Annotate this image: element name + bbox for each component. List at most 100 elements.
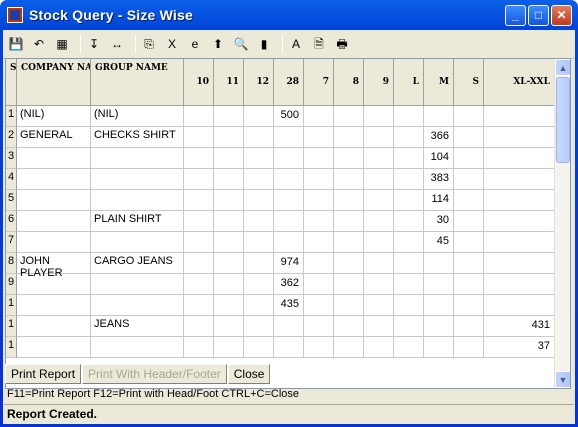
size-cell[interactable]: 435 [274,295,304,316]
size-cell[interactable] [394,316,424,337]
size-cell[interactable] [274,169,304,190]
group-cell[interactable] [91,337,184,358]
group-cell[interactable] [91,169,184,190]
size-cell[interactable] [214,295,244,316]
size-cell[interactable] [184,232,214,253]
size-cell[interactable] [244,148,274,169]
company-cell[interactable] [17,337,91,358]
size-cell[interactable] [454,190,484,211]
scroll-down-icon[interactable]: ▼ [555,371,570,388]
size-cell[interactable] [454,232,484,253]
size-cell[interactable] [244,106,274,127]
size-cell[interactable] [424,274,454,295]
save-icon[interactable]: 💾 [7,35,25,53]
font-icon[interactable]: A [287,35,305,53]
company-cell[interactable] [17,211,91,232]
size-cell[interactable] [364,337,394,358]
group-cell[interactable] [91,190,184,211]
size-cell[interactable] [304,316,334,337]
size-cell[interactable] [334,295,364,316]
size-cell[interactable] [184,274,214,295]
size-cell[interactable] [484,190,555,211]
print-with-header-footer-button[interactable]: Print With Header/Footer [82,364,227,384]
size-cell[interactable] [184,148,214,169]
size-cell[interactable] [364,127,394,148]
size-cell[interactable] [244,337,274,358]
size-cell[interactable] [424,295,454,316]
size-cell[interactable] [274,316,304,337]
size-cell[interactable] [364,148,394,169]
size-cell[interactable] [244,295,274,316]
report-grid[interactable]: SCOMPANY NAMEGROUP NAME10111228789LMSXL-… [5,58,571,389]
size-cell[interactable] [454,253,484,274]
size-cell[interactable] [394,169,424,190]
company-cell[interactable]: GENERAL [17,127,91,148]
group-cell[interactable] [91,148,184,169]
size-cell[interactable] [394,253,424,274]
header-size-s[interactable]: S [454,59,484,106]
size-cell[interactable] [334,169,364,190]
size-cell[interactable] [334,232,364,253]
size-cell[interactable] [184,127,214,148]
size-cell[interactable] [454,337,484,358]
size-cell[interactable] [364,253,394,274]
close-window-button[interactable]: ✕ [551,4,572,26]
size-cell[interactable] [424,337,454,358]
company-cell[interactable] [17,316,91,337]
size-cell[interactable] [304,253,334,274]
row-number[interactable]: 4 [6,169,17,190]
up-arrow-icon[interactable]: ⬆ [209,35,227,53]
size-cell[interactable] [424,253,454,274]
size-cell[interactable]: 30 [424,211,454,232]
internet-explorer-icon[interactable]: e [186,35,204,53]
size-cell[interactable] [364,274,394,295]
size-cell[interactable] [364,169,394,190]
size-cell[interactable] [214,127,244,148]
size-cell[interactable] [484,106,555,127]
row-number[interactable]: 5 [6,190,17,211]
company-cell[interactable]: (NIL) [17,106,91,127]
size-cell[interactable] [304,190,334,211]
row-number[interactable]: 3 [6,148,17,169]
size-cell[interactable] [244,127,274,148]
size-cell[interactable]: 45 [424,232,454,253]
size-cell[interactable] [184,190,214,211]
size-cell[interactable] [394,106,424,127]
size-cell[interactable] [424,316,454,337]
size-cell[interactable] [364,190,394,211]
print-preview-icon[interactable]: 🗎 [310,35,328,53]
printer-icon[interactable]: 🖶 [333,35,351,53]
size-cell[interactable]: 500 [274,106,304,127]
size-cell[interactable] [184,295,214,316]
row-number[interactable]: 1 [6,295,17,316]
size-cell[interactable] [484,148,555,169]
group-cell[interactable]: (NIL) [91,106,184,127]
row-number[interactable]: 2 [6,127,17,148]
size-cell[interactable] [424,106,454,127]
group-cell[interactable] [91,232,184,253]
size-cell[interactable] [214,148,244,169]
size-cell[interactable] [304,148,334,169]
size-cell[interactable] [274,127,304,148]
company-cell[interactable] [17,169,91,190]
group-cell[interactable]: CHECKS SHIRT [91,127,184,148]
size-cell[interactable] [394,190,424,211]
size-cell[interactable] [454,169,484,190]
size-cell[interactable] [214,232,244,253]
size-cell[interactable] [304,337,334,358]
undo-icon[interactable]: ↶ [30,35,48,53]
sort-icon[interactable]: ↧ [85,35,103,53]
column-width-icon[interactable]: ↔ [108,35,126,53]
size-cell[interactable] [244,274,274,295]
row-number[interactable]: 1 [6,106,17,127]
size-cell[interactable] [214,211,244,232]
size-cell[interactable] [364,316,394,337]
size-cell[interactable] [274,148,304,169]
header-size-m[interactable]: M [424,59,454,106]
size-cell[interactable] [214,316,244,337]
size-cell[interactable] [394,274,424,295]
size-cell[interactable] [304,211,334,232]
size-cell[interactable] [304,127,334,148]
row-number[interactable]: 1 [6,337,17,358]
copy-icon[interactable]: ⎘ [140,35,158,53]
